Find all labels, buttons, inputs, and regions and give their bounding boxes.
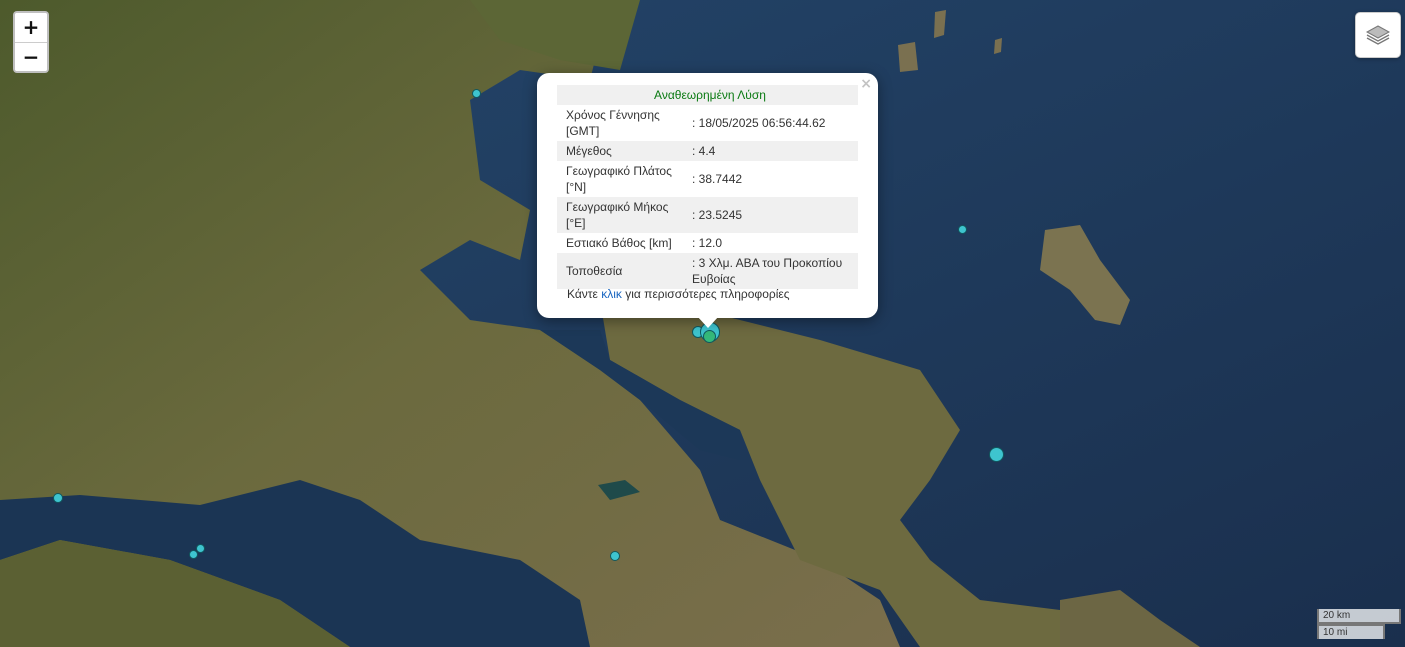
scale-km: 20 km [1317,609,1401,624]
earthquake-marker[interactable] [472,89,481,98]
layers-icon [1365,25,1391,45]
zoom-out-button[interactable]: − [15,42,47,71]
earthquake-marker[interactable] [610,551,620,561]
latitude-label: Γεωγραφικό Πλάτος [°N] [566,164,672,194]
zoom-in-button[interactable]: + [15,13,47,42]
longitude-label: Γεωγραφικό Μήκος [°E] [557,197,690,233]
layers-button[interactable] [1355,12,1401,58]
earthquake-marker[interactable] [989,447,1004,462]
scale-bar: 20 km 10 mi [1317,609,1401,639]
earthquake-marker[interactable] [53,493,63,503]
popup-tip [697,316,719,328]
earthquake-popup: × Αναθεωρημένη Λύση Χρόνος Γέννησης [GMT… [537,73,878,328]
origin-time-label: Χρόνος Γέννησης [GMT] [566,108,660,138]
more-info-text: Κάντε κλικ για περισσότερες πληροφορίες [567,287,790,301]
map-view[interactable]: + − × Αναθεωρημένη Λύση Χρόνος Γέννησης … [0,0,1405,647]
magnitude-value: : 4.4 [690,141,858,161]
depth-value: : 12.0 [692,236,723,250]
longitude-value: : 23.5245 [690,197,858,233]
location-value: : 3 Χλμ. ΑΒΑ του Προκοπίου Ευβοίας [690,253,858,289]
earthquake-marker[interactable] [703,330,716,343]
more-info-suffix: για περισσότερες πληροφορίες [621,287,790,301]
latitude-value: : 38.7442 [692,172,743,186]
popup-title: Αναθεωρημένη Λύση [557,85,858,105]
scale-mi: 10 mi [1317,624,1385,639]
depth-label: Εστιακό Βάθος [km] [566,236,672,250]
origin-time-value: : 18/05/2025 06:56:44.62 [692,116,826,130]
zoom-control: + − [13,11,49,73]
earthquake-details-table: Αναθεωρημένη Λύση Χρόνος Γέννησης [GMT]:… [557,85,858,289]
earthquake-marker[interactable] [189,550,198,559]
location-label: Τοποθεσία [557,253,690,289]
earthquake-marker[interactable] [958,225,967,234]
magnitude-label: Μέγεθος [557,141,690,161]
more-info-link[interactable]: κλικ [601,287,622,301]
more-info-prefix: Κάντε [567,287,602,301]
popup-close-button[interactable]: × [860,76,872,92]
